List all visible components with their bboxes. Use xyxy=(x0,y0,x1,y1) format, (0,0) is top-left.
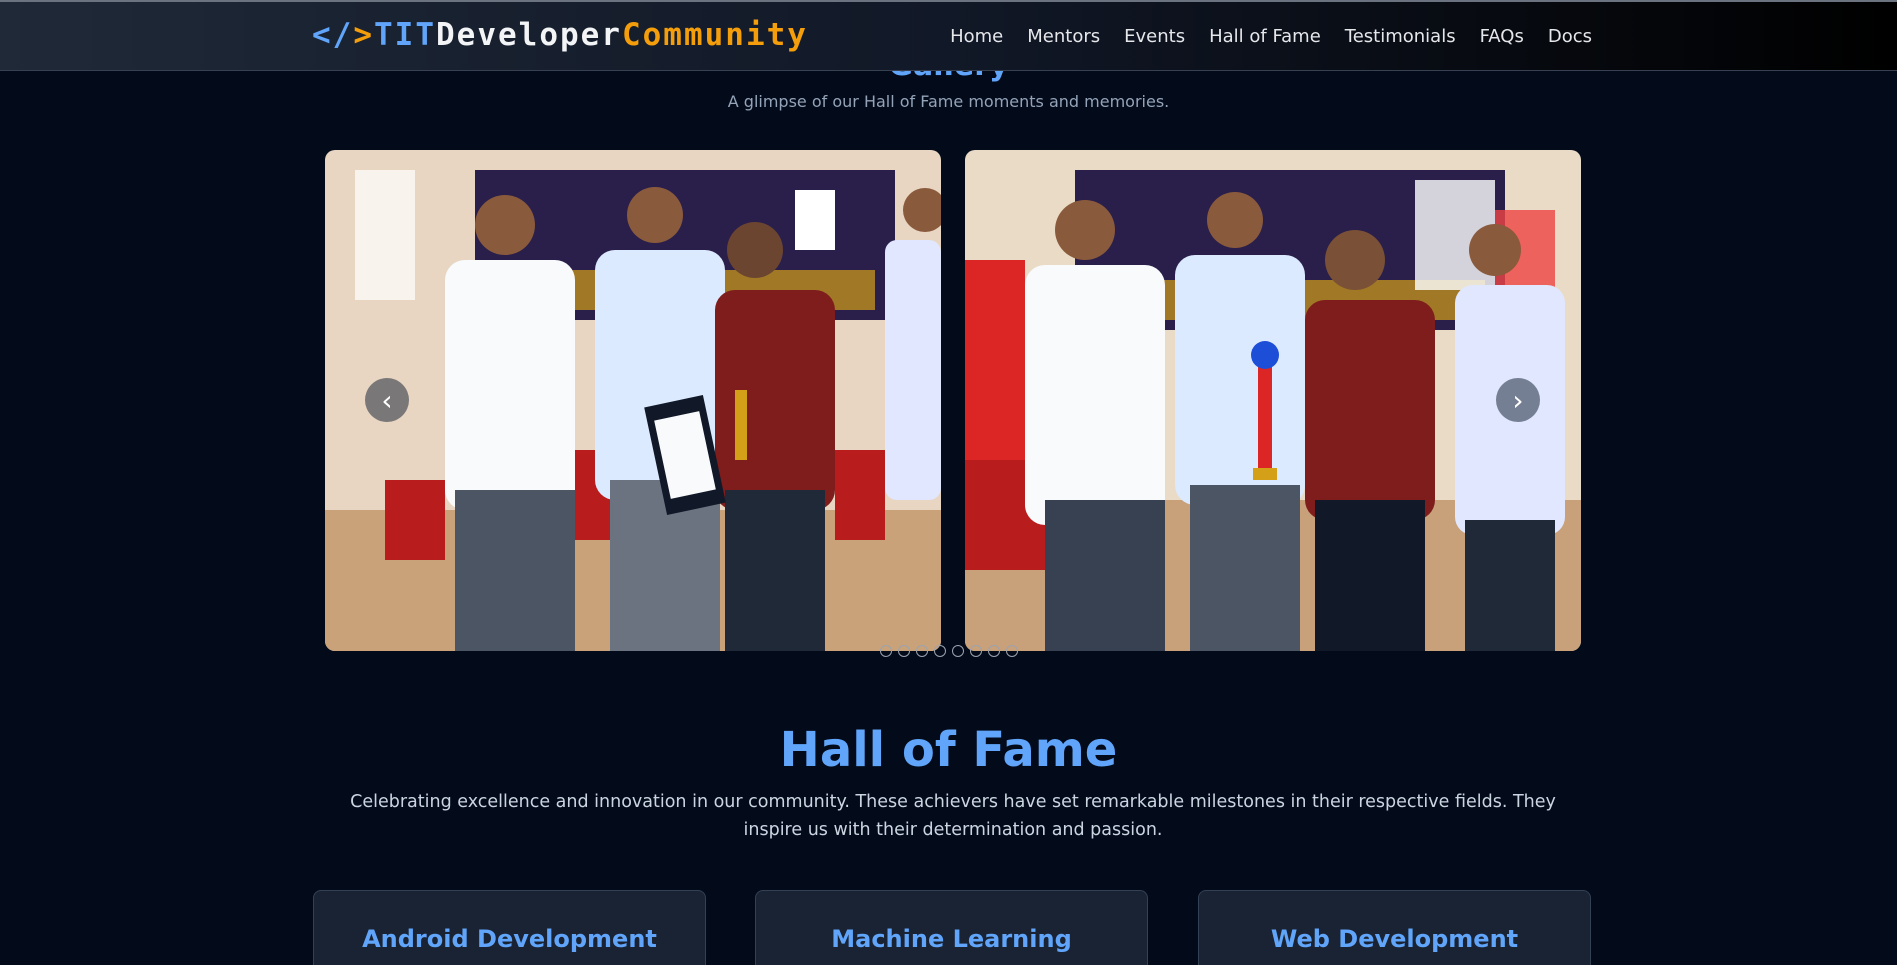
carousel-slide-2 xyxy=(965,150,1581,651)
card-android-development[interactable]: Android Development xyxy=(313,890,706,965)
carousel-slide-1 xyxy=(325,150,941,651)
hall-of-fame-cards: Android Development Machine Learning Web… xyxy=(313,890,1592,965)
page: </>TITDeveloperCommunity Home Mentors Ev… xyxy=(0,0,1897,965)
card-web-development[interactable]: Web Development xyxy=(1198,890,1591,965)
hall-of-fame-description: Celebrating excellence and innovation in… xyxy=(350,792,1556,840)
chevron-left-icon: ‹ xyxy=(381,383,393,417)
gallery-carousel: ‹ › xyxy=(325,150,1581,651)
carousel-dot-7[interactable] xyxy=(987,645,1000,657)
nav-link-faqs[interactable]: FAQs xyxy=(1480,26,1524,47)
nav-link-events[interactable]: Events xyxy=(1124,26,1185,47)
brand-tit: TIT xyxy=(374,17,436,53)
nav-link-hall-of-fame[interactable]: Hall of Fame xyxy=(1209,26,1321,47)
carousel-indicators xyxy=(0,645,1897,657)
card-title: Android Development xyxy=(362,925,657,953)
gallery-subtitle: A glimpse of our Hall of Fame moments an… xyxy=(727,92,1170,111)
nav-link-docs[interactable]: Docs xyxy=(1548,26,1592,47)
carousel-dot-5[interactable] xyxy=(951,645,964,657)
nav-link-testimonials[interactable]: Testimonials xyxy=(1345,26,1456,47)
brand-close-bracket: > xyxy=(353,17,374,53)
card-title: Machine Learning xyxy=(831,925,1072,953)
carousel-dot-8[interactable] xyxy=(1005,645,1018,657)
nav-link-mentors[interactable]: Mentors xyxy=(1027,26,1100,47)
brand-logo[interactable]: </>TITDeveloperCommunity xyxy=(312,17,808,53)
hall-of-fame-title: Hall of Fame xyxy=(779,722,1118,778)
card-machine-learning[interactable]: Machine Learning xyxy=(755,890,1148,965)
carousel-dot-1[interactable] xyxy=(879,645,892,657)
brand-open-bracket: </ xyxy=(312,17,354,53)
carousel-dot-3[interactable] xyxy=(915,645,928,657)
card-title: Web Development xyxy=(1270,925,1519,953)
navbar: </>TITDeveloperCommunity Home Mentors Ev… xyxy=(0,0,1897,71)
nav-links: Home Mentors Events Hall of Fame Testimo… xyxy=(950,26,1592,47)
brand-developer: Developer xyxy=(436,17,622,53)
carousel-dot-2[interactable] xyxy=(897,645,910,657)
award-photo-2 xyxy=(965,150,1581,651)
nav-link-home[interactable]: Home xyxy=(950,26,1003,47)
carousel-dot-6[interactable] xyxy=(969,645,982,657)
brand-community: Community xyxy=(621,17,808,53)
carousel-prev-button[interactable]: ‹ xyxy=(365,378,409,422)
award-photo-1 xyxy=(325,150,941,651)
carousel-dot-4[interactable] xyxy=(933,645,946,657)
carousel-next-button[interactable]: › xyxy=(1496,378,1540,422)
chevron-right-icon: › xyxy=(1512,383,1524,417)
